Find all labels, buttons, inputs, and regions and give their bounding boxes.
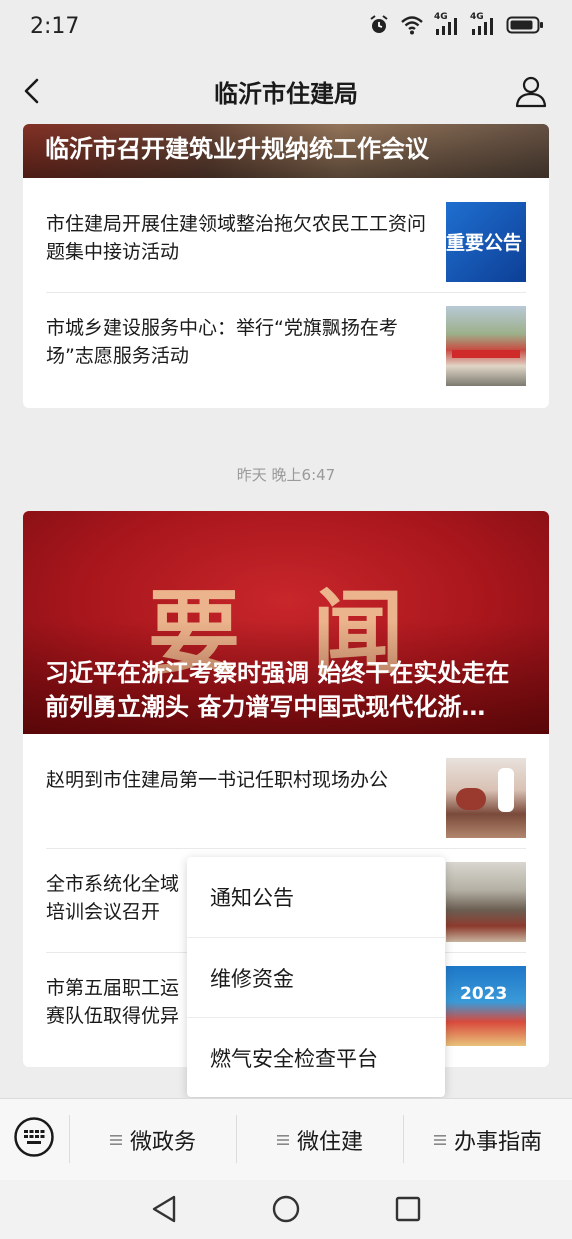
tab-weizhengwu[interactable]: 微政务	[70, 1099, 236, 1181]
menu-item-label: 燃气安全检查平台	[210, 1047, 378, 1071]
menu-lines-icon	[109, 1135, 122, 1145]
submenu-popup: 通知公告 维修资金 燃气安全检查平台	[187, 857, 445, 1097]
menu-lines-icon	[276, 1135, 289, 1145]
recents-square-icon[interactable]	[395, 1196, 421, 1222]
system-navigation-bar	[0, 1180, 572, 1239]
list-item[interactable]: 市住建局开展住建领域整治拖欠农民工工资问题集中接访活动 重要公告	[46, 198, 526, 282]
menu-item-notice[interactable]: 通知公告	[187, 857, 445, 937]
back-triangle-icon[interactable]	[150, 1194, 178, 1224]
nav-bar: 临沂市住建局	[0, 56, 572, 124]
hero-article[interactable]: 要 闻 习近平在浙江考察时强调 始终干在实处走在前列勇立潮头 奋力谱写中国式现代…	[23, 511, 549, 734]
tab-weizhujian[interactable]: 微住建	[237, 1099, 403, 1181]
menu-item-label: 通知公告	[210, 886, 294, 910]
status-icons: 4G 4G	[368, 12, 544, 36]
tab-label: 微政务	[129, 1130, 196, 1155]
menu-lines-icon	[433, 1135, 446, 1145]
home-circle-icon[interactable]	[272, 1195, 300, 1223]
list-item-thumbnail	[446, 306, 526, 386]
keyboard-icon[interactable]	[14, 1117, 54, 1157]
menu-item-label: 维修资金	[210, 967, 294, 991]
hero-title: 习近平在浙江考察时强调 始终干在实处走在前列勇立潮头 奋力谱写中国式现代化浙…	[45, 659, 510, 721]
battery-icon	[506, 16, 543, 34]
hero-article[interactable]: 临沂市召开建筑业升规纳统工作会议	[23, 124, 549, 178]
list-item-title: 赵明到市住建局第一书记任职村现场办公	[46, 769, 389, 791]
list-divider	[46, 848, 526, 849]
status-time: 2:17	[30, 14, 80, 39]
list-item-title: 市城乡建设服务中心：举行“党旗飘扬在考场”志愿服务活动	[46, 317, 398, 367]
page-title: 临沂市住建局	[214, 80, 358, 108]
list-divider	[46, 292, 526, 293]
status-bar: 2:17 4G 4G	[0, 0, 572, 56]
tab-label: 微住建	[296, 1130, 363, 1155]
list-item-thumbnail	[446, 862, 526, 942]
list-item-thumbnail	[446, 758, 526, 838]
menu-item-gas-safety[interactable]: 燃气安全检查平台	[187, 1018, 445, 1098]
list-item-thumbnail: 2023	[446, 966, 526, 1046]
wifi-icon	[401, 16, 423, 35]
profile-icon[interactable]	[514, 74, 548, 108]
alarm-icon	[370, 15, 388, 33]
list-item[interactable]: 市城乡建设服务中心：举行“党旗飘扬在考场”志愿服务活动	[46, 302, 526, 386]
tab-banshizhinan[interactable]: 办事指南	[404, 1099, 572, 1181]
signal-4g-2-icon: 4G	[470, 12, 496, 36]
article-card-group-1: 临沂市召开建筑业升规纳统工作会议 市住建局开展住建领域整治拖欠农民工工资问题集中…	[23, 124, 549, 408]
list-item-title: 市住建局开展住建领域整治拖欠农民工工资问题集中接访活动	[46, 213, 427, 263]
thumbnail-text: 2023	[460, 984, 508, 1004]
hero-title: 临沂市召开建筑业升规纳统工作会议	[45, 135, 429, 163]
thumbnail-text: 重要公告	[446, 232, 523, 254]
bottom-menu-bar: 微政务 微住建 办事指南	[0, 1098, 572, 1181]
list-item-thumbnail: 重要公告	[446, 202, 526, 282]
message-timestamp: 昨天 晚上6:47	[236, 466, 336, 484]
menu-item-maintenance-fund[interactable]: 维修资金	[187, 938, 445, 1018]
tab-label: 办事指南	[453, 1130, 542, 1155]
signal-4g-1-icon: 4G	[434, 12, 460, 36]
list-item[interactable]: 赵明到市住建局第一书记任职村现场办公	[46, 754, 526, 838]
